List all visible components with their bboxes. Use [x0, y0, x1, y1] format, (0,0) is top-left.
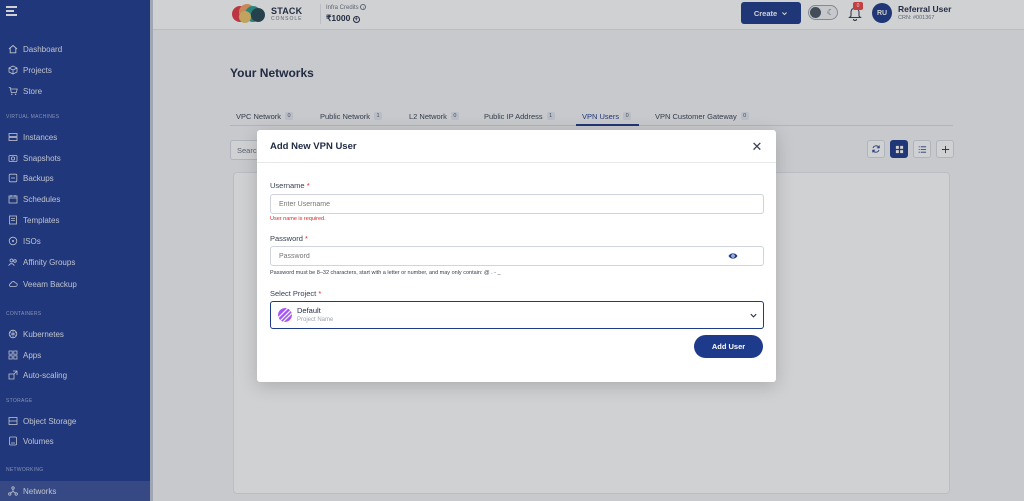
- eye-icon[interactable]: [728, 251, 738, 261]
- required-marker: *: [318, 289, 322, 298]
- required-marker: *: [305, 234, 308, 243]
- chevron-down-icon: [750, 313, 757, 318]
- modal-divider: [257, 162, 776, 163]
- password-label: Password *: [270, 234, 308, 243]
- project-select[interactable]: Default Project Name: [270, 301, 764, 329]
- required-marker: *: [306, 181, 310, 190]
- project-sublabel: Project Name: [297, 317, 334, 323]
- close-icon[interactable]: ✕: [750, 139, 764, 153]
- username-label: Username *: [270, 181, 310, 190]
- username-error: User name is required.: [270, 216, 326, 222]
- add-vpn-user-modal: Add New VPN User ✕ Username * User name …: [257, 130, 776, 382]
- username-input[interactable]: [270, 194, 764, 214]
- add-user-button[interactable]: Add User: [694, 335, 763, 358]
- password-input[interactable]: [270, 246, 764, 266]
- modal-title: Add New VPN User: [270, 141, 357, 152]
- project-icon: [278, 308, 292, 322]
- project-name: Default: [297, 306, 321, 315]
- project-label: Select Project *: [270, 289, 322, 298]
- password-hint: Password must be 8–32 characters, start …: [270, 270, 501, 276]
